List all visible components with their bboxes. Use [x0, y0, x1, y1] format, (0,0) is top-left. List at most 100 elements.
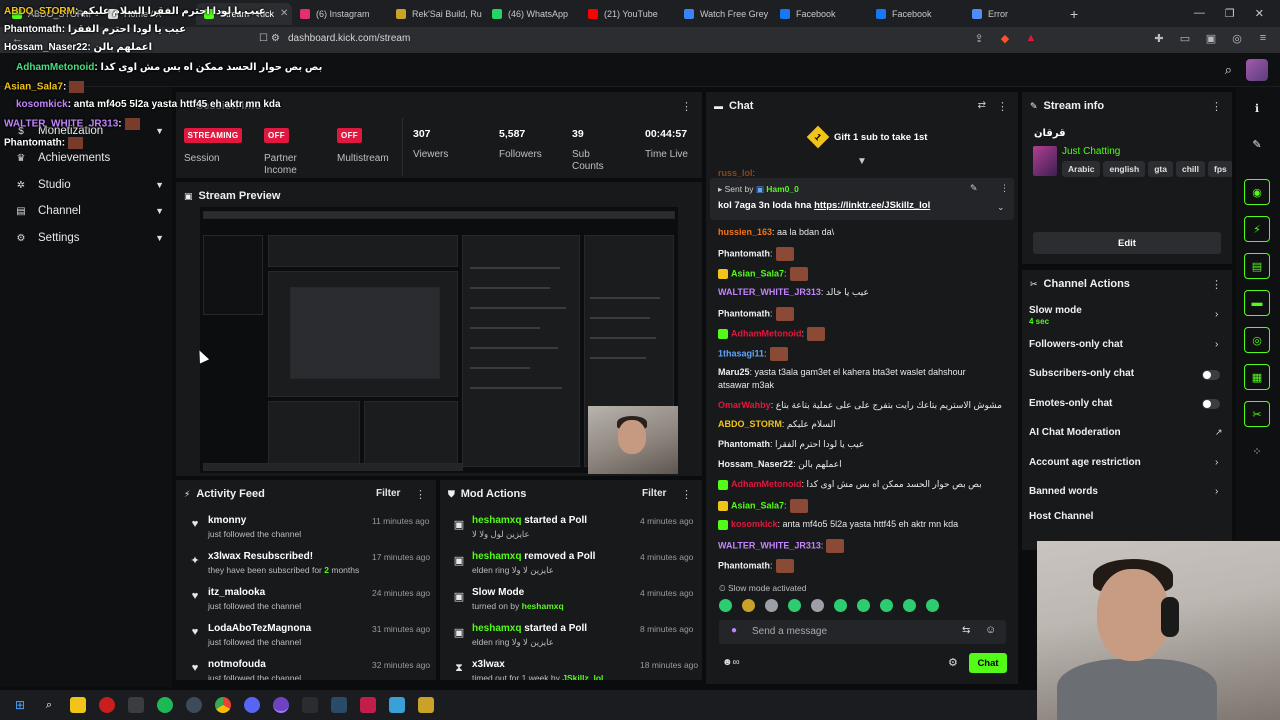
site-settings-icon[interactable]: ⚙	[271, 33, 280, 44]
stream-tag[interactable]: Arabic	[1062, 161, 1101, 177]
chat-username[interactable]: AdhamMetonoid	[731, 328, 802, 338]
mod-action-row[interactable]: ▣ heshamxq removed a Poll elden ring عايزي…	[440, 550, 702, 584]
emote-icon[interactable]	[811, 599, 824, 612]
chat-username[interactable]: kosomkick	[731, 519, 778, 529]
extensions-icon[interactable]: ✚	[1152, 32, 1166, 45]
activity-row[interactable]: ♥ notmofouda just followed the channel 32 m…	[176, 658, 436, 680]
chat-icon[interactable]: ▬	[1244, 290, 1270, 316]
close-icon[interactable]: ✕	[280, 8, 288, 19]
chat-message[interactable]: AdhamMetonoid:	[718, 327, 1014, 341]
minimize-icon[interactable]: —	[1194, 7, 1205, 20]
file-explorer-icon[interactable]	[70, 697, 86, 713]
search-icon[interactable]: ⌕	[1225, 62, 1232, 78]
browser-tab[interactable]: (6) Instagram	[292, 3, 388, 25]
vpn-icon[interactable]: ◎	[1230, 32, 1244, 45]
chat-message[interactable]: ABDO_STORM: السلام عليكم	[718, 419, 1014, 430]
stream-tag[interactable]: chill	[1175, 161, 1205, 177]
mod-action-row[interactable]: ▣ Slow Mode turned on by heshamxq 4 minutes…	[440, 586, 702, 620]
discord-icon[interactable]	[244, 697, 260, 713]
store-icon[interactable]	[128, 697, 144, 713]
activity-row[interactable]: ✦ x3lwax Resubscribed! they have been subs…	[176, 550, 436, 584]
maximize-icon[interactable]: ❐	[1225, 7, 1235, 20]
chat-username[interactable]: OmarWahby	[718, 400, 771, 410]
search-icon[interactable]: ⌕	[41, 697, 57, 713]
activity-row[interactable]: ♥ itz_malooka just followed the channel 24 …	[176, 586, 436, 620]
chat-username[interactable]: Phantomath	[718, 439, 770, 449]
chat-message[interactable]: atsawar m3ak	[718, 380, 1014, 390]
chat-username[interactable]: Hossam_Naser22	[718, 459, 793, 469]
more-icon[interactable]: ⋮	[997, 100, 1008, 113]
url-field[interactable]: dashboard.kick.com/stream	[288, 33, 410, 44]
more-icon[interactable]: ⋮	[415, 488, 426, 501]
chat-username[interactable]: russ_lol	[718, 168, 753, 178]
chat-message[interactable]: Maru25: yasta t3ala gam3et el kahera bta…	[718, 367, 1014, 377]
browser-tab[interactable]: Watch Free Grey	[676, 3, 772, 25]
stream-tag[interactable]: english	[1103, 161, 1146, 177]
sidebar-toggle-icon[interactable]: ▭	[1178, 32, 1192, 45]
browser-tab[interactable]: Facebook	[868, 3, 964, 25]
close-icon[interactable]: ✕	[1255, 7, 1264, 20]
chat-input[interactable]: ● Send a message ⇆ ☺	[719, 620, 1006, 644]
browser-tab[interactable]: Rek'Sai Build, Ru	[388, 3, 484, 25]
avatar[interactable]	[1246, 59, 1268, 81]
obs-icon[interactable]	[273, 697, 289, 713]
chevron-right-icon[interactable]: ›	[1215, 339, 1218, 350]
steam-icon[interactable]	[331, 697, 347, 713]
mod-action-row[interactable]: ▣ heshamxq started a Poll عايزين لول ولا ل…	[440, 514, 702, 548]
emote-icon[interactable]	[857, 599, 870, 612]
chat-message[interactable]: WALTER_WHITE_JR313: عيب يا خالد	[718, 287, 1014, 298]
chat-users-icon[interactable]: ☻∞	[722, 657, 740, 668]
sidebar-item-channel[interactable]: ▤ Channel ▼	[14, 205, 164, 217]
bookmark-icon[interactable]: ☐	[259, 33, 268, 44]
chat-username[interactable]: ABDO_STORM	[718, 419, 782, 429]
emote-icon[interactable]	[926, 599, 939, 612]
emote-icon[interactable]	[903, 599, 916, 612]
chat-username[interactable]: Phantomath	[718, 248, 770, 258]
app-icon[interactable]	[302, 697, 318, 713]
more-icon[interactable]: ⋮	[1211, 100, 1222, 113]
chat-message[interactable]: AdhamMetonoid: بص بص حوار الحسد ممكن اه …	[718, 479, 1014, 490]
activity-filter-button[interactable]: Filter	[376, 488, 400, 499]
mod-filter-button[interactable]: Filter	[642, 488, 666, 499]
document-icon[interactable]: ▤	[1244, 253, 1270, 279]
chat-message[interactable]: 1thasagi11:	[718, 347, 1014, 361]
brave-shield-icon[interactable]: ◆	[998, 32, 1012, 45]
chat-message[interactable]: hussien_163: aa la bdan da\	[718, 227, 1014, 237]
partner-income-badge[interactable]: OFF	[264, 128, 289, 143]
app-icon[interactable]	[360, 697, 376, 713]
session-icon[interactable]: ◉	[1244, 179, 1270, 205]
info-icon[interactable]: ℹ	[1244, 95, 1270, 121]
menu-icon[interactable]: ≡	[1256, 32, 1270, 45]
category-name[interactable]: Just Chatting	[1062, 146, 1120, 157]
chat-username[interactable]: WALTER_WHITE_JR313	[718, 287, 821, 297]
chevron-right-icon[interactable]: ›	[1215, 486, 1218, 497]
more-icon[interactable]: ⋮	[1211, 278, 1222, 291]
browser-tab[interactable]: (46) WhatsApp	[484, 3, 580, 25]
chat-message[interactable]: kosomkick: anta mf4o5 5l2a yasta httf45 …	[718, 519, 1014, 530]
windows-start-icon[interactable]: ⊞	[12, 697, 28, 713]
chat-message[interactable]: OmarWahby: مشوش الاستريم بتاعك رايت بتفر…	[718, 400, 1014, 411]
wallet-icon[interactable]: ▣	[1204, 32, 1218, 45]
popout-icon[interactable]: ⇄	[978, 100, 986, 111]
edit-stream-info-button[interactable]: Edit	[1033, 232, 1221, 254]
chat-username[interactable]: WALTER_WHITE_JR313	[718, 540, 821, 550]
browser-tab[interactable]: Facebook	[772, 3, 868, 25]
chat-message[interactable]: Asian_Sala7:	[718, 499, 1014, 513]
emote-icon[interactable]	[742, 599, 755, 612]
lightning-icon[interactable]: ⚡	[1244, 216, 1270, 242]
emoji-icon[interactable]: ☺	[985, 624, 996, 636]
emote-icon[interactable]	[719, 599, 732, 612]
chat-message[interactable]: russ_lol:	[718, 168, 1014, 178]
spotify-icon[interactable]	[157, 697, 173, 713]
browser-tab[interactable]: Error	[964, 3, 1060, 25]
more-icon[interactable]: ⋮	[681, 488, 692, 501]
app-icon[interactable]	[99, 697, 115, 713]
more-icon[interactable]: ⋮	[681, 100, 692, 113]
chat-send-button[interactable]: Chat	[969, 653, 1007, 673]
gift-sub-banner[interactable]: 1 Gift 1 sub to take 1st	[806, 125, 927, 149]
chat-username[interactable]: 1thasagi11	[718, 348, 764, 358]
chat-username[interactable]: Maru25	[718, 367, 750, 377]
mic-icon[interactable]: ●	[731, 625, 737, 636]
host-channel-action[interactable]: Host Channel	[1029, 511, 1093, 522]
new-tab-icon[interactable]: +	[1060, 6, 1088, 22]
